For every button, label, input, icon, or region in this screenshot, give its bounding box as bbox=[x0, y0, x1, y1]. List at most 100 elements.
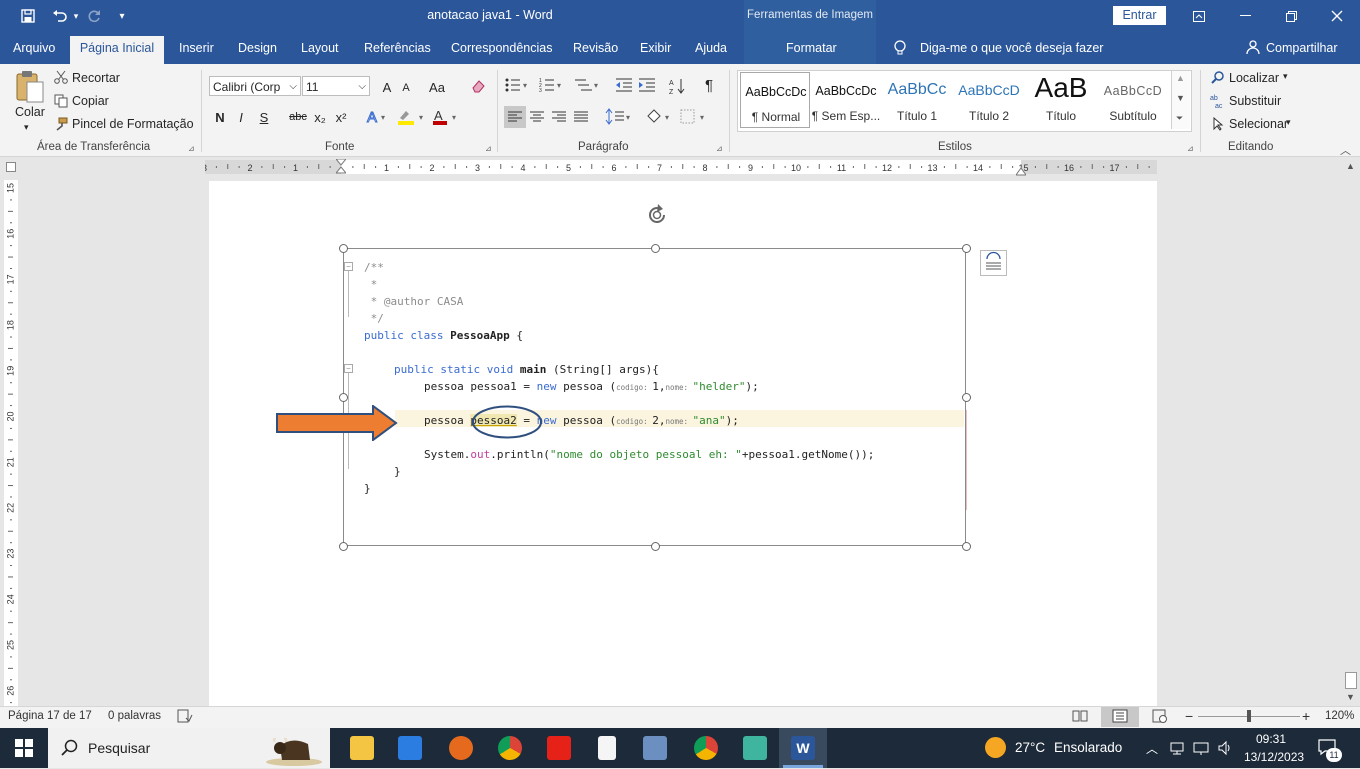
tab-formatar[interactable]: Formatar bbox=[786, 41, 837, 55]
align-left-icon[interactable] bbox=[507, 110, 523, 127]
copy-button[interactable]: Copiar bbox=[72, 94, 109, 108]
shrink-font-button[interactable]: A bbox=[398, 80, 414, 96]
microsoft-store-icon[interactable] bbox=[398, 736, 422, 760]
tell-me-input[interactable]: Diga-me o que você deseja fazer bbox=[920, 41, 1103, 55]
justify-icon[interactable] bbox=[573, 110, 589, 127]
network-icon[interactable] bbox=[1169, 740, 1185, 759]
bullets-icon[interactable]: ▾ bbox=[505, 77, 531, 96]
decrease-indent-icon[interactable] bbox=[615, 77, 633, 96]
notepad-icon[interactable] bbox=[598, 736, 616, 760]
print-layout-icon[interactable] bbox=[1112, 709, 1128, 726]
tab-ajuda[interactable]: Ajuda bbox=[695, 41, 727, 55]
chrome-profile-icon[interactable] bbox=[694, 736, 718, 760]
app-cube-icon[interactable] bbox=[743, 736, 767, 760]
ribbon-display-options-icon[interactable] bbox=[1176, 0, 1222, 32]
grow-font-button[interactable]: A bbox=[378, 78, 396, 96]
superscript-button[interactable]: x² bbox=[333, 108, 349, 126]
first-line-indent-marker[interactable] bbox=[334, 158, 348, 178]
numbering-icon[interactable]: 1 2 3 ▾ bbox=[539, 77, 565, 96]
underline-button[interactable]: S bbox=[256, 108, 272, 126]
right-indent-marker[interactable] bbox=[1015, 165, 1027, 179]
tab-correspondencias[interactable]: Correspondências bbox=[451, 41, 552, 55]
resize-handle-s[interactable] bbox=[651, 542, 660, 551]
text-effects-icon[interactable]: A ▾ bbox=[366, 108, 388, 129]
scroll-up-icon[interactable]: ▲ bbox=[1176, 73, 1185, 83]
font-size-combo[interactable]: 11 ⌵ bbox=[302, 76, 370, 96]
layout-options-icon[interactable] bbox=[980, 250, 1007, 276]
minimize-icon[interactable] bbox=[1222, 0, 1268, 32]
zoom-slider-thumb[interactable] bbox=[1247, 710, 1251, 722]
style-titulo-1[interactable]: AaBbCc Título 1 bbox=[882, 72, 952, 128]
paste-icon[interactable] bbox=[14, 70, 46, 106]
share-button[interactable]: Compartilhar bbox=[1266, 41, 1338, 55]
format-painter-button[interactable]: Pincel de Formatação bbox=[72, 117, 194, 131]
highlight-icon[interactable]: ▾ bbox=[397, 108, 427, 129]
select-button[interactable]: Selecionar bbox=[1229, 117, 1288, 131]
font-launcher-icon[interactable]: ⊿ bbox=[485, 144, 492, 153]
scroll-down-icon[interactable]: ▼ bbox=[1176, 93, 1185, 103]
shading-icon[interactable]: ▾ bbox=[645, 108, 673, 129]
tab-exibir[interactable]: Exibir bbox=[640, 41, 671, 55]
scroll-up-arrow-icon[interactable]: ▲ bbox=[1346, 161, 1355, 171]
styles-launcher-icon[interactable]: ⊿ bbox=[1187, 144, 1194, 153]
weather-temp[interactable]: 27°C bbox=[1015, 740, 1045, 755]
proofing-icon[interactable] bbox=[177, 709, 193, 726]
paragraph-launcher-icon[interactable]: ⊿ bbox=[716, 144, 723, 153]
line-spacing-icon[interactable]: ▾ bbox=[605, 108, 633, 129]
subscript-button[interactable]: x₂ bbox=[312, 108, 328, 126]
clock-time[interactable]: 09:31 bbox=[1256, 732, 1286, 746]
paste-button[interactable]: Colar bbox=[15, 105, 45, 119]
font-color-icon[interactable]: A ▾ bbox=[432, 108, 462, 129]
rotate-handle-icon[interactable] bbox=[645, 203, 669, 230]
resize-handle-w[interactable] bbox=[339, 393, 348, 402]
style-normal[interactable]: AaBbCcDc ¶ Normal bbox=[740, 72, 810, 128]
restore-icon[interactable] bbox=[1268, 0, 1314, 32]
tab-inserir[interactable]: Inserir bbox=[179, 41, 214, 55]
scroll-down-arrow-icon[interactable]: ▼ bbox=[1346, 692, 1355, 702]
strikethrough-button[interactable]: abc bbox=[287, 108, 309, 126]
resize-handle-n[interactable] bbox=[651, 244, 660, 253]
tab-referencias[interactable]: Referências bbox=[364, 41, 431, 55]
italic-button[interactable]: I bbox=[233, 108, 249, 126]
find-button[interactable]: Localizar bbox=[1229, 71, 1279, 85]
tab-layout[interactable]: Layout bbox=[301, 41, 339, 55]
bold-button[interactable]: N bbox=[212, 108, 228, 126]
weather-desc[interactable]: Ensolarado bbox=[1054, 740, 1122, 755]
word-taskbar-icon[interactable]: W bbox=[791, 736, 815, 760]
align-center-icon[interactable] bbox=[529, 110, 545, 127]
read-mode-icon[interactable] bbox=[1072, 709, 1088, 726]
tab-design[interactable]: Design bbox=[238, 41, 277, 55]
tab-revisao[interactable]: Revisão bbox=[573, 41, 618, 55]
replace-button[interactable]: Substituir bbox=[1229, 94, 1281, 108]
zoom-in-icon[interactable]: + bbox=[1302, 708, 1310, 724]
word-count[interactable]: 0 palavras bbox=[108, 710, 161, 722]
paste-dropdown-icon[interactable]: ▾ bbox=[24, 122, 29, 133]
increase-indent-icon[interactable] bbox=[638, 77, 656, 96]
windows-start-icon[interactable] bbox=[15, 739, 33, 760]
resize-handle-ne[interactable] bbox=[962, 244, 971, 253]
borders-icon[interactable]: ▾ bbox=[680, 108, 708, 129]
tab-selector-icon[interactable] bbox=[6, 162, 16, 172]
web-layout-icon[interactable] bbox=[1152, 709, 1168, 726]
page-count[interactable]: Página 17 de 17 bbox=[8, 710, 92, 722]
display-icon[interactable] bbox=[1193, 740, 1209, 759]
change-case-button[interactable]: Aa bbox=[424, 78, 450, 96]
clipboard-launcher-icon[interactable]: ⊿ bbox=[188, 144, 195, 153]
vertical-ruler[interactable]: 15 16 17 18 19 20 21 22 23 24 25 26 bbox=[4, 180, 18, 706]
zoom-level[interactable]: 120% bbox=[1325, 710, 1354, 722]
resize-handle-se[interactable] bbox=[962, 542, 971, 551]
vertical-scrollbar[interactable]: ▲ ▼ bbox=[1343, 160, 1360, 706]
select-dropdown-icon[interactable]: ▾ bbox=[1286, 117, 1291, 128]
clock-date[interactable]: 13/12/2023 bbox=[1244, 750, 1304, 764]
style-titulo[interactable]: AaB Título bbox=[1026, 72, 1096, 128]
clear-formatting-icon[interactable] bbox=[470, 78, 486, 97]
style-titulo-2[interactable]: AaBbCcD Título 2 bbox=[954, 72, 1024, 128]
sign-in-button[interactable]: Entrar bbox=[1113, 6, 1166, 25]
font-name-combo[interactable]: Calibri (Corp ⌵ bbox=[209, 76, 301, 96]
multilevel-list-icon[interactable]: ▾ bbox=[574, 77, 602, 96]
sort-icon[interactable]: AZ bbox=[669, 77, 687, 98]
selected-picture[interactable] bbox=[343, 248, 966, 546]
styles-more-icon[interactable]: ⏷ bbox=[1176, 113, 1183, 124]
show-hidden-icons-icon[interactable]: ︿ bbox=[1146, 740, 1158, 757]
close-icon[interactable] bbox=[1314, 0, 1360, 32]
